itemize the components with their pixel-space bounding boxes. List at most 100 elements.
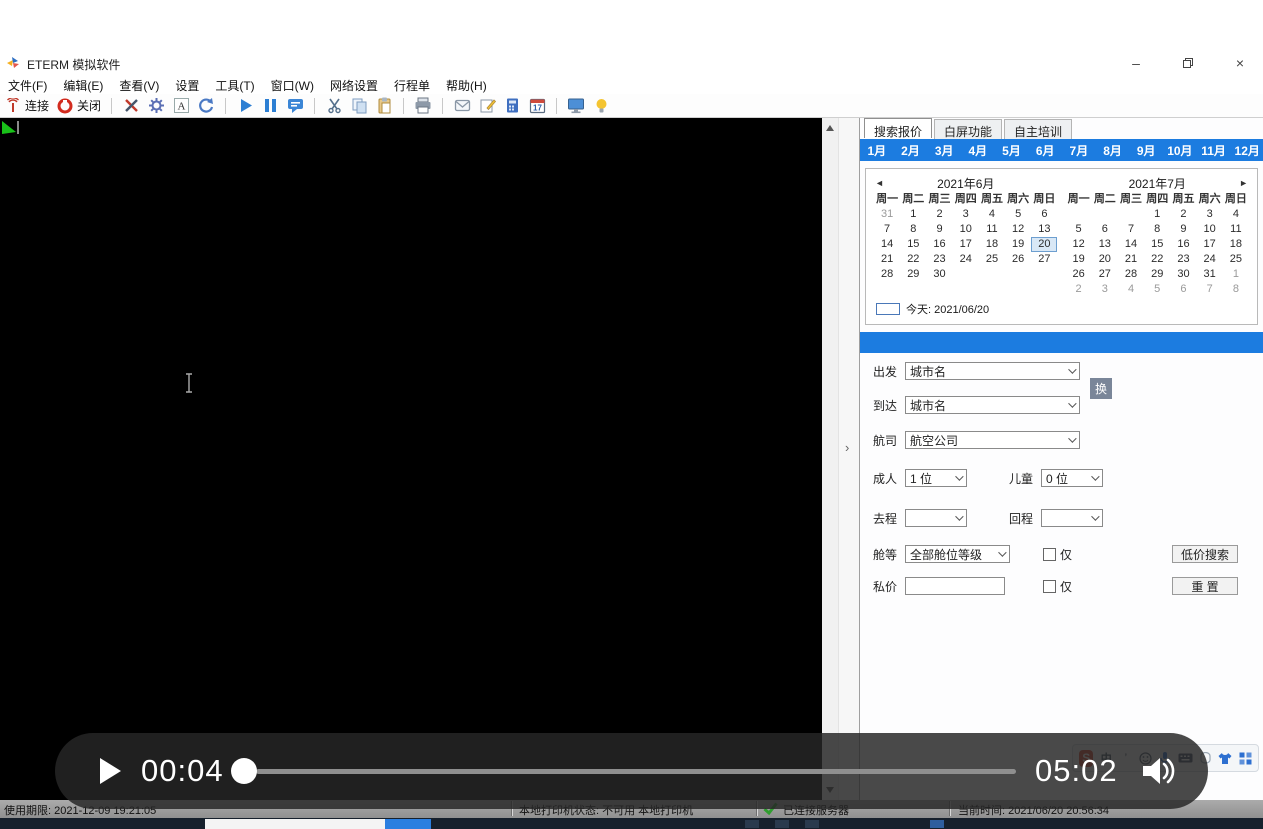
close-button[interactable]: × xyxy=(1225,52,1255,74)
return-date-select[interactable] xyxy=(1041,509,1103,527)
calendar-day[interactable]: 6 xyxy=(1170,282,1196,297)
calendar-day[interactable]: 3 xyxy=(953,207,979,222)
mail-icon[interactable] xyxy=(453,97,471,115)
scroll-up-icon[interactable] xyxy=(826,125,834,131)
calendar-day[interactable]: 6 xyxy=(1092,222,1118,237)
calendar-day[interactable]: 7 xyxy=(874,222,900,237)
menu-view[interactable]: 查看(V) xyxy=(119,77,159,94)
month-button-6[interactable]: 6月 xyxy=(1028,142,1062,159)
seek-handle[interactable] xyxy=(231,758,257,784)
calendar-day[interactable]: 17 xyxy=(953,237,979,252)
calendar-day[interactable]: 13 xyxy=(1092,237,1118,252)
airline-select[interactable]: 航空公司 xyxy=(905,431,1080,449)
calendar-day[interactable]: 6 xyxy=(1031,207,1057,222)
calendar-day[interactable]: 27 xyxy=(1031,252,1057,267)
calendar-day[interactable]: 11 xyxy=(1223,222,1249,237)
calendar-day[interactable]: 3 xyxy=(1197,207,1223,222)
play-button[interactable] xyxy=(100,758,121,784)
tab-search-quote[interactable]: 搜索报价 xyxy=(864,118,932,138)
calendar-day[interactable]: 27 xyxy=(1092,267,1118,282)
font-icon[interactable]: A xyxy=(172,97,190,115)
calendar-day[interactable]: 12 xyxy=(1066,237,1092,252)
calendar-day[interactable]: 21 xyxy=(874,252,900,267)
calendar-day[interactable]: 13 xyxy=(1031,222,1057,237)
depart-city-select[interactable]: 城市名 xyxy=(905,362,1080,380)
calendar-day[interactable]: 9 xyxy=(926,222,952,237)
restore-button[interactable] xyxy=(1173,52,1203,74)
collapse-panel-icon[interactable]: › xyxy=(845,440,849,455)
calendar-day[interactable]: 12 xyxy=(1005,222,1031,237)
calendar-day[interactable]: 8 xyxy=(1223,282,1249,297)
month-button-11[interactable]: 11月 xyxy=(1197,142,1231,159)
calendar-day[interactable]: 2 xyxy=(1066,282,1092,297)
calendar-day[interactable]: 5 xyxy=(1144,282,1170,297)
terminal-scrollbar[interactable] xyxy=(822,118,838,800)
month-button-1[interactable]: 1月 xyxy=(860,142,894,159)
calendar-day[interactable]: 8 xyxy=(1144,222,1170,237)
calendar-day[interactable]: 14 xyxy=(1118,237,1144,252)
low-price-search-button[interactable]: 低价搜索 xyxy=(1172,545,1238,563)
calendar-day[interactable]: 24 xyxy=(953,252,979,267)
calendar-day[interactable]: 24 xyxy=(1197,252,1223,267)
calendar-day[interactable]: 25 xyxy=(1223,252,1249,267)
seek-bar[interactable] xyxy=(256,769,1016,774)
calendar-day[interactable]: 23 xyxy=(926,252,952,267)
calendar-day[interactable]: 1 xyxy=(1223,267,1249,282)
minimize-button[interactable]: – xyxy=(1121,52,1151,74)
month-button-5[interactable]: 5月 xyxy=(995,142,1029,159)
calendar-icon[interactable]: 17 xyxy=(528,97,546,115)
calendar-day[interactable]: 20 xyxy=(1092,252,1118,267)
calendar-day[interactable]: 19 xyxy=(1066,252,1092,267)
paste-icon[interactable] xyxy=(375,97,393,115)
calendar-day[interactable]: 8 xyxy=(900,222,926,237)
calendar-day[interactable]: 31 xyxy=(1197,267,1223,282)
swap-cities-button[interactable]: 换 xyxy=(1090,378,1112,399)
calendar-day[interactable]: 16 xyxy=(926,237,952,252)
menu-file[interactable]: 文件(F) xyxy=(8,77,47,94)
month-button-3[interactable]: 3月 xyxy=(927,142,961,159)
calendar-day[interactable]: 15 xyxy=(900,237,926,252)
tools-icon[interactable] xyxy=(122,97,140,115)
calendar-next-icon[interactable]: ► xyxy=(1239,178,1248,188)
calendar-day[interactable]: 16 xyxy=(1170,237,1196,252)
refresh-icon[interactable] xyxy=(197,97,215,115)
calendar-day[interactable]: 7 xyxy=(1197,282,1223,297)
calendar-day[interactable]: 23 xyxy=(1170,252,1196,267)
connect-button[interactable]: 连接 xyxy=(4,97,49,115)
arrive-city-select[interactable]: 城市名 xyxy=(905,396,1080,414)
calendar-day[interactable]: 4 xyxy=(979,207,1005,222)
bottom-search-button[interactable] xyxy=(385,819,431,829)
calendar-day[interactable]: 2 xyxy=(926,207,952,222)
calendar-day[interactable]: 18 xyxy=(979,237,1005,252)
pause-icon[interactable] xyxy=(261,97,279,115)
calendar-day[interactable]: 17 xyxy=(1197,237,1223,252)
volume-icon[interactable] xyxy=(1141,754,1179,788)
panel-splitter[interactable]: › xyxy=(838,118,859,800)
print-icon[interactable] xyxy=(414,97,432,115)
calendar-day[interactable]: 28 xyxy=(1118,267,1144,282)
lightbulb-icon[interactable] xyxy=(592,97,610,115)
disconnect-button[interactable]: 关闭 xyxy=(56,97,101,115)
calendar-day[interactable]: 29 xyxy=(900,267,926,282)
calendar-day[interactable]: 21 xyxy=(1118,252,1144,267)
outbound-date-select[interactable] xyxy=(905,509,967,527)
today-label[interactable]: 今天: 2021/06/20 xyxy=(906,301,989,317)
calendar-day[interactable]: 26 xyxy=(1066,267,1092,282)
calendar-day[interactable]: 31 xyxy=(874,207,900,222)
cut-icon[interactable] xyxy=(325,97,343,115)
ime-toolbox-icon[interactable] xyxy=(1238,750,1252,766)
tab-white-screen[interactable]: 白屏功能 xyxy=(934,119,1002,139)
month-button-9[interactable]: 9月 xyxy=(1129,142,1163,159)
child-count-select[interactable]: 0 位 xyxy=(1041,469,1103,487)
copy-icon[interactable] xyxy=(350,97,368,115)
calendar-day[interactable]: 3 xyxy=(1092,282,1118,297)
calendar-day[interactable]: 9 xyxy=(1170,222,1196,237)
menu-tools[interactable]: 工具(T) xyxy=(215,77,254,94)
calendar-day[interactable]: 5 xyxy=(1005,207,1031,222)
bottom-searchbox[interactable] xyxy=(205,819,385,829)
calendar-day[interactable]: 5 xyxy=(1066,222,1092,237)
chat-icon[interactable] xyxy=(286,97,304,115)
month-button-2[interactable]: 2月 xyxy=(894,142,928,159)
note-edit-icon[interactable] xyxy=(478,97,496,115)
calendar-day[interactable]: 22 xyxy=(1144,252,1170,267)
